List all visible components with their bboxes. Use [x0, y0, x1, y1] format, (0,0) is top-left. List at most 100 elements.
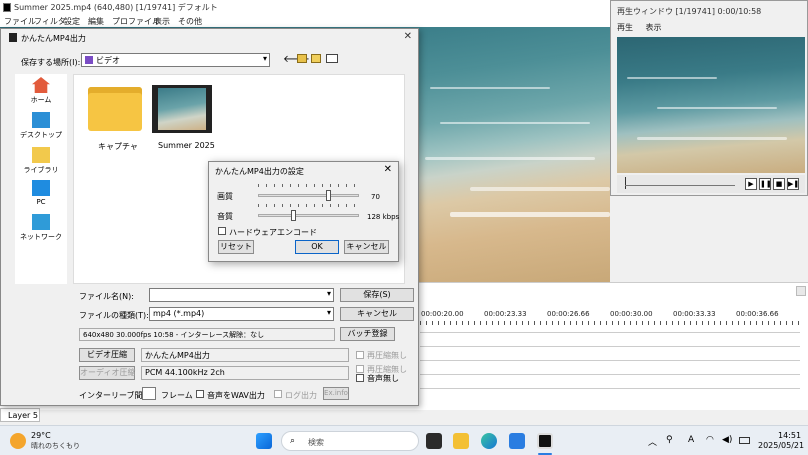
menu-view[interactable]: 表示	[154, 16, 170, 27]
filename-label: ファイル名(N):	[79, 292, 134, 301]
timeline-scroll-button[interactable]	[796, 286, 806, 296]
view-menu-icon[interactable]	[326, 54, 338, 63]
chevron-up-icon[interactable]: ︿	[648, 435, 657, 448]
preview-video	[617, 37, 805, 173]
ok-button[interactable]: OK	[295, 240, 339, 254]
filename-input[interactable]	[149, 288, 334, 302]
app-menubar: ファイル フィルタ 設定 編集 プロファイル 表示 その他	[0, 15, 610, 27]
video-info: 640x480 30.000fps 10:58 - インターレース解除：なし	[79, 328, 335, 341]
ime-indicator[interactable]: A	[688, 435, 694, 445]
quality-label: 画質	[217, 192, 233, 201]
no-audio-checkbox[interactable]	[356, 374, 364, 382]
menu-other[interactable]: その他	[178, 16, 202, 27]
new-folder-icon[interactable]	[311, 54, 321, 63]
search-box[interactable]: ⌕ 検索	[281, 431, 419, 451]
place-label: デスクトップ	[20, 131, 62, 139]
home-icon	[32, 77, 50, 93]
save-location-dropdown[interactable]: ビデオ	[81, 53, 270, 67]
task-view-icon[interactable]	[426, 433, 442, 449]
audio-quality-slider[interactable]	[258, 214, 359, 217]
desktop-icon	[32, 112, 50, 128]
app-title: Summer 2025.mp4 (640,480) [1/19741] デフォル…	[14, 3, 218, 12]
ruler-label: 00:00:33.33	[673, 310, 716, 318]
settings-dialog-title: かんたんMP4出力の設定	[215, 167, 304, 176]
filetype-dropdown[interactable]: mp4 (*.mp4)	[149, 307, 334, 321]
layer-label[interactable]: Layer 5	[0, 408, 40, 422]
place-label: PC	[36, 198, 46, 206]
taskbar: 29°C 晴れのちくもり ⌕ 検索 ︿ ⚲ A ◠ ◀) 14:51 2025/…	[0, 425, 808, 455]
seek-bar[interactable]	[625, 185, 735, 186]
quality-value: 70	[371, 193, 380, 201]
weather-text[interactable]: 晴れのちくもり	[31, 441, 80, 451]
folder-icon[interactable]	[88, 87, 142, 131]
menu-file[interactable]: ファイル	[4, 16, 36, 27]
save-button[interactable]: 保存(S)	[340, 288, 414, 302]
video-folder-icon	[85, 56, 93, 64]
menu-profile[interactable]: プロファイル	[112, 16, 160, 27]
file-item-label[interactable]: キャプチャ	[98, 141, 138, 152]
reset-button[interactable]: リセット	[218, 240, 254, 254]
cancel-button[interactable]: キャンセル	[340, 307, 414, 321]
weather-icon[interactable]	[10, 433, 26, 449]
no-audio-label: 音声無し	[367, 374, 399, 383]
aviutl-icon[interactable]	[537, 433, 553, 449]
clock-time[interactable]: 14:51	[778, 431, 801, 440]
play-icon[interactable]: ▶	[745, 178, 757, 190]
audio-compress-button[interactable]: オーディオ圧縮	[79, 366, 135, 380]
ruler-label: 00:00:36.66	[736, 310, 779, 318]
file-explorer-icon[interactable]	[453, 433, 469, 449]
menu-settings[interactable]: 設定	[64, 16, 80, 27]
quality-slider-thumb[interactable]	[326, 190, 332, 201]
ruler-label: 00:00:26.66	[547, 310, 590, 318]
next-frame-icon[interactable]: ▶❚	[787, 178, 799, 190]
export-dialog-icon	[9, 33, 17, 42]
pen-icon[interactable]: ⚲	[666, 435, 673, 445]
preview-menu-play[interactable]: 再生	[617, 23, 633, 32]
place-label: ネットワーク	[20, 233, 62, 241]
clock-date[interactable]: 2025/05/21	[758, 441, 804, 450]
search-placeholder: 検索	[308, 438, 324, 447]
interleave-input[interactable]	[142, 387, 156, 400]
battery-icon[interactable]	[739, 437, 750, 444]
video-compress-button[interactable]: ビデオ圧縮	[79, 348, 135, 362]
stop-icon[interactable]: ■	[773, 178, 785, 190]
place-home[interactable]: ホーム	[15, 77, 67, 105]
close-icon[interactable]: ✕	[384, 164, 392, 175]
preview-menu-view[interactable]: 表示	[646, 23, 662, 32]
store-icon[interactable]	[509, 433, 525, 449]
close-icon[interactable]: ✕	[404, 31, 412, 42]
ruler-label: 00:00:20.00	[421, 310, 464, 318]
place-library[interactable]: ライブラリ	[15, 147, 67, 175]
menu-filter[interactable]: フィルタ	[34, 16, 66, 27]
batch-button[interactable]: バッチ登録	[340, 327, 395, 341]
wav-output-checkbox[interactable]	[196, 390, 204, 398]
place-desktop[interactable]: デスクトップ	[15, 112, 67, 140]
exinfo-button[interactable]: Ex.info	[323, 387, 349, 400]
place-pc[interactable]: PC	[15, 180, 67, 206]
volume-icon[interactable]: ◀)	[722, 435, 732, 445]
menu-edit[interactable]: 編集	[88, 16, 104, 27]
start-icon[interactable]	[256, 433, 272, 449]
log-output-checkbox[interactable]	[274, 390, 282, 398]
place-network[interactable]: ネットワーク	[15, 214, 67, 242]
no-recompress-video-checkbox[interactable]	[356, 351, 364, 359]
pause-icon[interactable]: ❚❚	[759, 178, 772, 190]
temperature[interactable]: 29°C	[31, 431, 51, 440]
preview-title: 再生ウィンドウ [1/19741] 0:00/10:58	[617, 7, 762, 16]
no-recompress-video-label: 再圧縮無し	[367, 351, 407, 360]
video-thumbnail-icon[interactable]	[152, 85, 212, 133]
wav-output-label: 音声をWAV出力	[207, 391, 265, 400]
file-item-label[interactable]: Summer 2025	[158, 141, 215, 150]
up-folder-icon[interactable]	[297, 54, 307, 63]
audio-quality-slider-thumb[interactable]	[290, 210, 296, 221]
edge-icon[interactable]	[481, 433, 497, 449]
search-icon: ⌕	[290, 436, 296, 446]
seek-thumb[interactable]	[625, 177, 626, 189]
audio-quality-label: 音質	[217, 212, 233, 221]
wifi-icon[interactable]: ◠	[706, 435, 714, 445]
hw-encode-checkbox[interactable]	[218, 227, 226, 235]
places-bar: ホーム デスクトップ ライブラリ PC ネットワーク	[15, 74, 67, 284]
no-recompress-audio-checkbox[interactable]	[356, 365, 364, 373]
settings-cancel-button[interactable]: キャンセル	[344, 240, 389, 254]
quality-slider[interactable]	[258, 194, 359, 197]
